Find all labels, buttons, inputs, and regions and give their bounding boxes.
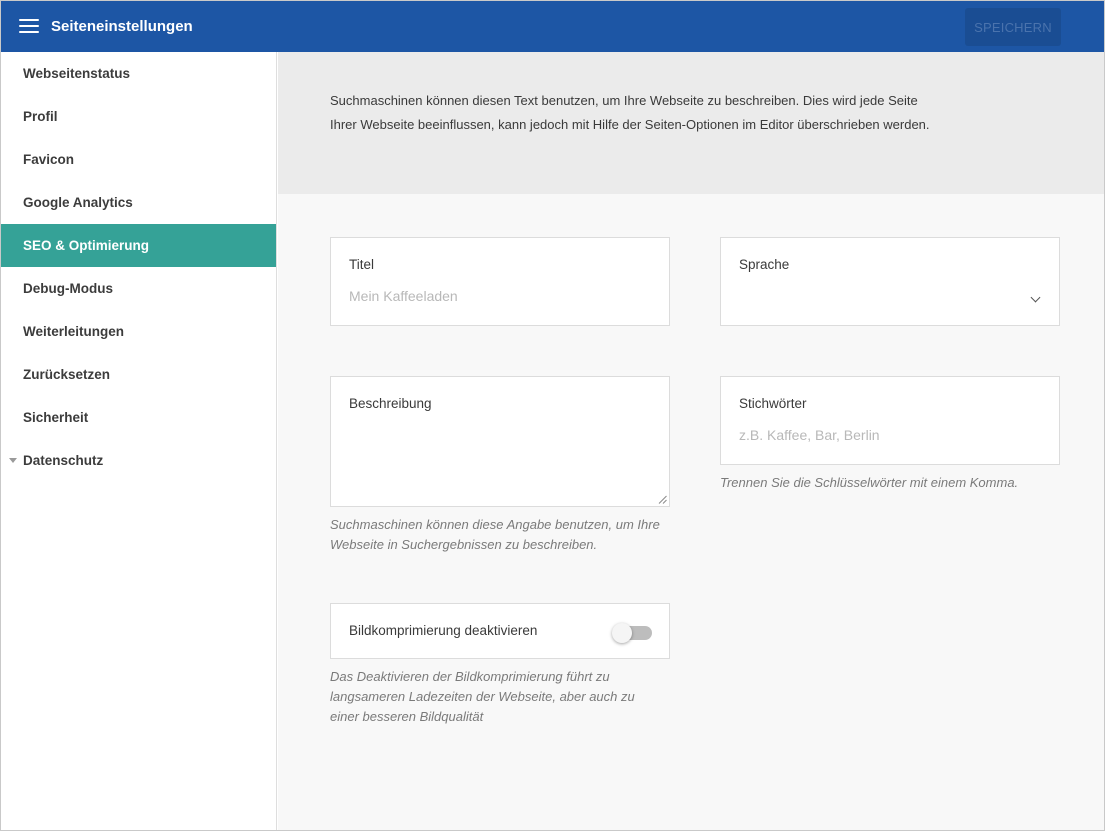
sidebar-item-label: Weiterleitungen <box>23 324 125 339</box>
description-textarea[interactable] <box>349 427 649 495</box>
sidebar-item-datenschutz[interactable]: Datenschutz <box>1 439 276 482</box>
description-card: Beschreibung <box>330 376 670 507</box>
caret-down-icon <box>9 458 17 463</box>
save-button[interactable]: SPEICHERN <box>965 8 1061 46</box>
sidebar-item-sicherheit[interactable]: Sicherheit <box>1 396 276 439</box>
language-select[interactable] <box>739 288 1039 306</box>
sidebar-item-label: Zurücksetzen <box>23 367 111 382</box>
compression-toggle[interactable] <box>612 623 652 643</box>
compression-label: Bildkomprimierung deaktivieren <box>349 623 538 638</box>
title-input[interactable] <box>349 288 649 304</box>
sidebar-item-label: Datenschutz <box>23 453 104 468</box>
sidebar-item-label: SEO & Optimierung <box>23 238 150 253</box>
top-bar: Seiteneinstellungen SPEICHERN <box>1 1 1104 52</box>
sidebar-item-label: Webseitenstatus <box>23 66 131 81</box>
sidebar-item-label: Google Analytics <box>23 195 133 210</box>
compression-card: Bildkomprimierung deaktivieren <box>330 603 670 659</box>
sidebar-item-profil[interactable]: Profil <box>1 95 276 138</box>
main-content: Suchmaschinen können diesen Text benutze… <box>278 52 1104 830</box>
page-title: Seiteneinstellungen <box>51 18 193 35</box>
title-card: Titel <box>330 237 670 326</box>
sidebar-item-google-analytics[interactable]: Google Analytics <box>1 181 276 224</box>
sidebar-item-seo-optimierung[interactable]: SEO & Optimierung <box>1 224 276 267</box>
app-window: Seiteneinstellungen SPEICHERN Webseitens… <box>0 0 1105 831</box>
sidebar-item-favicon[interactable]: Favicon <box>1 138 276 181</box>
language-label: Sprache <box>739 257 790 272</box>
sidebar-item-zuruecksetzen[interactable]: Zurücksetzen <box>1 353 276 396</box>
resize-handle-icon[interactable] <box>658 495 667 504</box>
title-label: Titel <box>349 257 375 272</box>
language-card[interactable]: Sprache <box>720 237 1060 326</box>
sidebar: Webseitenstatus Profil Favicon Google An… <box>1 52 277 830</box>
keywords-label: Stichwörter <box>739 396 807 411</box>
sidebar-item-debug-modus[interactable]: Debug-Modus <box>1 267 276 310</box>
hamburger-menu-icon[interactable] <box>19 17 39 35</box>
description-label: Beschreibung <box>349 396 432 411</box>
sidebar-item-label: Sicherheit <box>23 410 89 425</box>
intro-text: Suchmaschinen können diesen Text benutze… <box>330 93 930 132</box>
keywords-card: Stichwörter <box>720 376 1060 465</box>
keywords-input[interactable] <box>739 427 1039 443</box>
sidebar-item-label: Favicon <box>23 152 75 167</box>
sidebar-item-weiterleitungen[interactable]: Weiterleitungen <box>1 310 276 353</box>
sidebar-item-label: Debug-Modus <box>23 281 113 296</box>
description-hint: Suchmaschinen können diese Angabe benutz… <box>330 517 660 552</box>
keywords-hint: Trennen Sie die Schlüsselwörter mit eine… <box>720 475 1019 490</box>
intro-panel: Suchmaschinen können diesen Text benutze… <box>278 52 1104 194</box>
sidebar-item-label: Profil <box>23 109 58 124</box>
compression-hint: Das Deaktivieren der Bildkomprimierung f… <box>330 669 635 724</box>
sidebar-item-webseitenstatus[interactable]: Webseitenstatus <box>1 52 276 95</box>
toggle-knob <box>612 623 632 643</box>
